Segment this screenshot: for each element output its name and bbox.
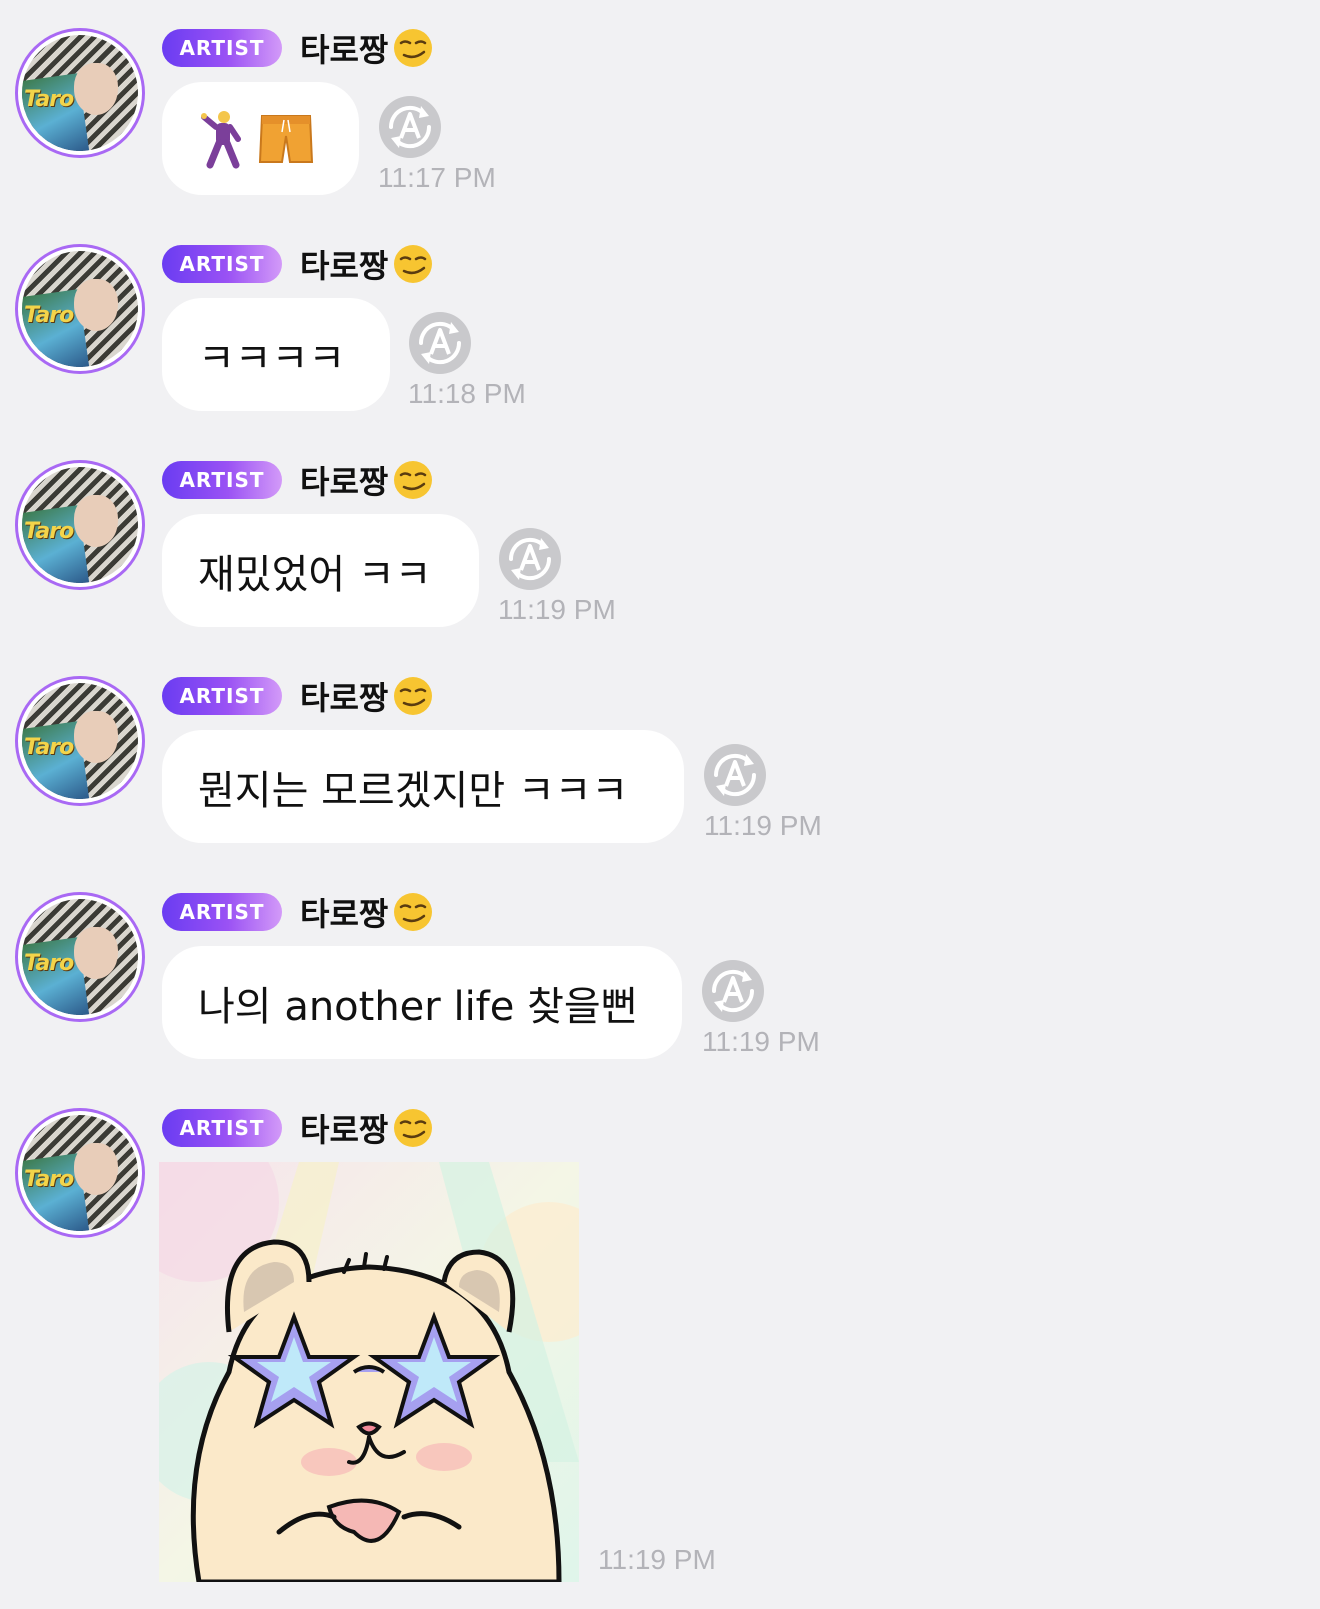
- smirking-face-icon: [394, 1109, 433, 1147]
- message-timestamp: 11:17 PM: [378, 162, 496, 193]
- message-header: ARTIST 타로짱: [162, 457, 434, 503]
- sender-name[interactable]: 타로짱: [300, 673, 434, 719]
- smirking-face-icon: [394, 461, 433, 499]
- message-text: ㅋㅋㅋㅋ: [198, 335, 346, 382]
- hamster-star-sunglasses-sticker[interactable]: [159, 1162, 579, 1582]
- artist-badge: ARTIST: [162, 677, 282, 715]
- avatar[interactable]: Taro: [15, 1108, 145, 1238]
- message-header: ARTIST 타로짱: [162, 673, 434, 719]
- avatar[interactable]: Taro: [15, 28, 145, 158]
- smirking-face-icon: [394, 245, 433, 283]
- avatar[interactable]: Taro: [15, 244, 145, 374]
- message-header: ARTIST 타로짱: [162, 25, 434, 71]
- message-text: 재밌었어 ㅋㅋ: [198, 551, 432, 598]
- translate-icon[interactable]: [497, 526, 563, 592]
- message-header: ARTIST 타로짱: [162, 1105, 434, 1151]
- sender-name[interactable]: 타로짱: [300, 25, 434, 71]
- message-timestamp: 11:18 PM: [408, 378, 526, 409]
- avatar[interactable]: Taro: [15, 460, 145, 590]
- translate-icon[interactable]: [702, 742, 768, 808]
- message-timestamp: 11:19 PM: [598, 1544, 716, 1575]
- artist-badge: ARTIST: [162, 245, 282, 283]
- artist-badge: ARTIST: [162, 29, 282, 67]
- smirking-face-icon: [394, 893, 433, 931]
- message-header: ARTIST 타로짱: [162, 241, 434, 287]
- man-dancing-icon: [201, 110, 241, 168]
- message-timestamp: 11:19 PM: [498, 594, 616, 625]
- sender-name[interactable]: 타로짱: [300, 457, 434, 503]
- avatar[interactable]: Taro: [15, 892, 145, 1022]
- message-text: 뭔지는 모르겠지만 ㅋㅋㅋ: [198, 767, 629, 814]
- message-timestamp: 11:19 PM: [704, 810, 822, 841]
- message-bubble[interactable]: ㅋㅋㅋㅋ: [162, 298, 390, 411]
- sender-name[interactable]: 타로짱: [300, 1105, 434, 1151]
- translate-icon[interactable]: [407, 310, 473, 376]
- message-bubble[interactable]: 나의 another life 찾을뻔: [162, 946, 682, 1059]
- message-bubble[interactable]: 뭔지는 모르겠지만 ㅋㅋㅋ: [162, 730, 684, 843]
- artist-badge: ARTIST: [162, 1109, 282, 1147]
- translate-icon[interactable]: [700, 958, 766, 1024]
- shorts-icon: [258, 114, 314, 163]
- message-timestamp: 11:19 PM: [702, 1026, 820, 1057]
- avatar[interactable]: Taro: [15, 676, 145, 806]
- sender-name[interactable]: 타로짱: [300, 241, 434, 287]
- artist-badge: ARTIST: [162, 893, 282, 931]
- smirking-face-icon: [394, 677, 433, 715]
- message-header: ARTIST 타로짱: [162, 889, 434, 935]
- message-bubble[interactable]: 재밌었어 ㅋㅋ: [162, 514, 479, 627]
- artist-badge: ARTIST: [162, 461, 282, 499]
- translate-icon[interactable]: [377, 94, 443, 160]
- smirking-face-icon: [394, 29, 433, 67]
- sender-name[interactable]: 타로짱: [300, 889, 434, 935]
- message-text: 나의 another life 찾을뻔: [198, 983, 638, 1030]
- message-bubble[interactable]: [162, 82, 359, 195]
